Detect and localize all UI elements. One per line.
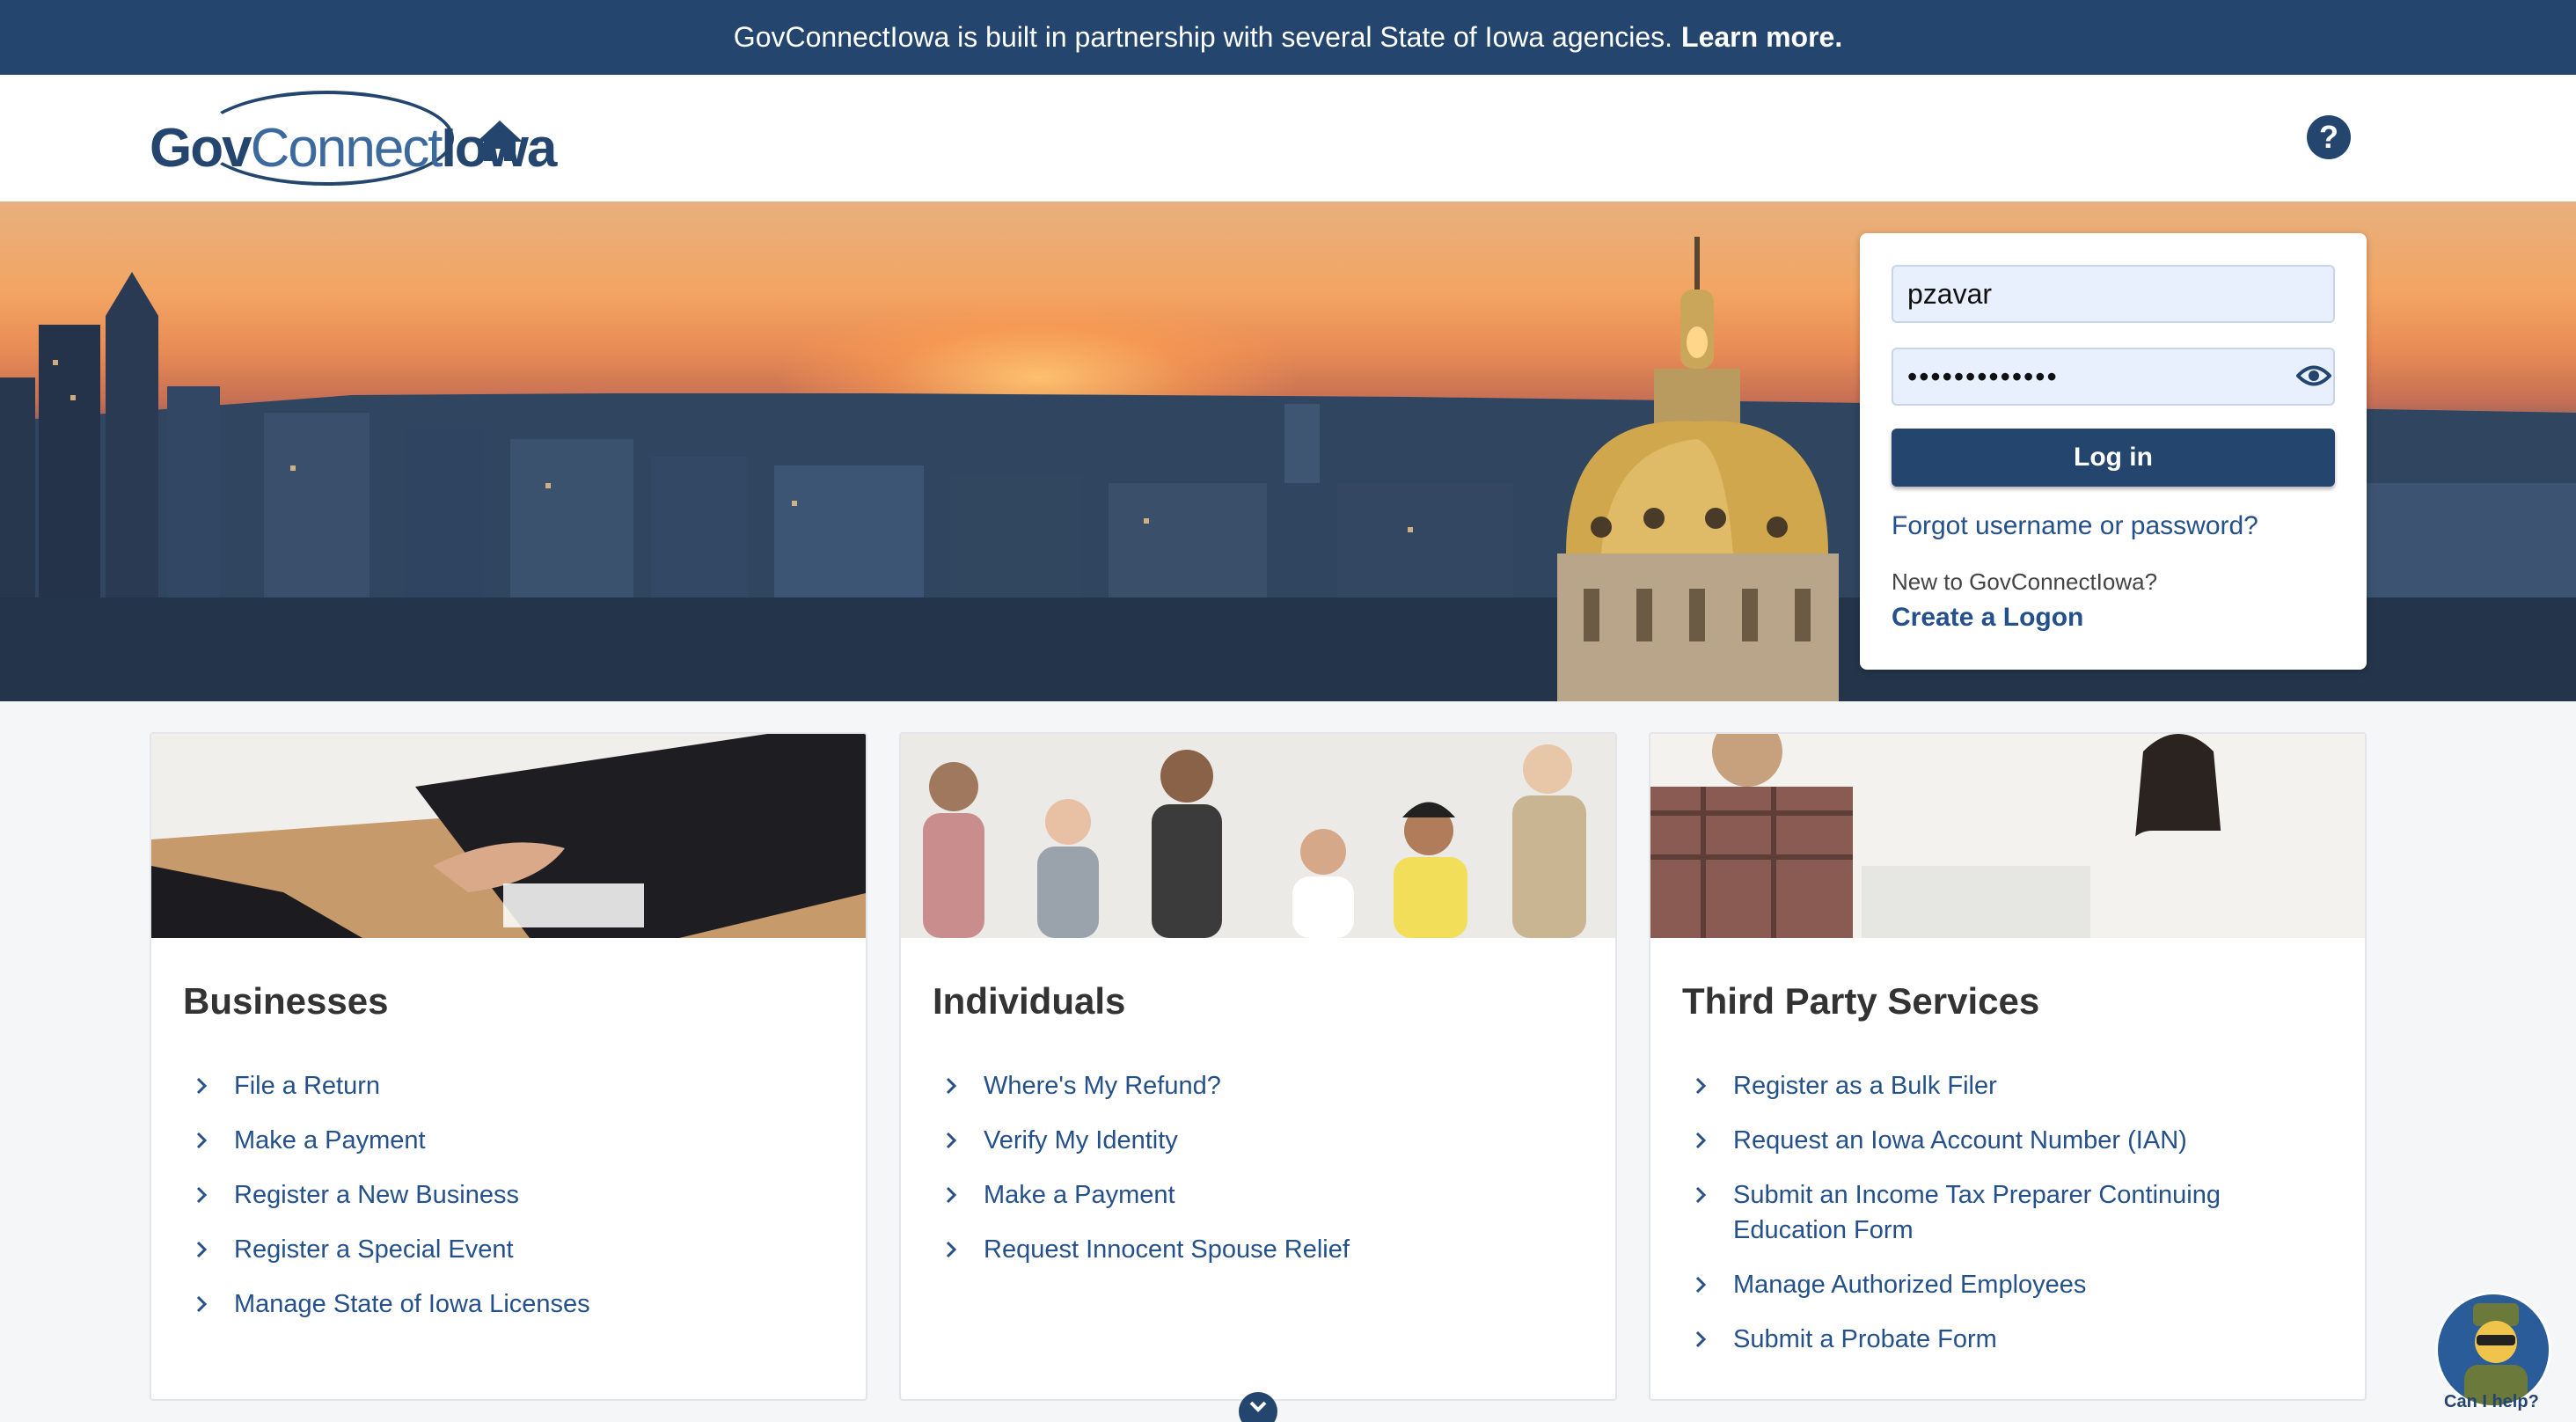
scroll-down-button[interactable] <box>1239 1392 1277 1422</box>
chevron-right-icon <box>196 1241 208 1258</box>
partnership-banner: GovConnectIowa is built in partnership w… <box>0 0 2576 75</box>
new-user-prompt: New to GovConnectIowa? <box>1892 568 2158 595</box>
link-register-new-business[interactable]: Register a New Business <box>183 1177 799 1213</box>
link-preparer-education-form[interactable]: Submit an Income Tax Preparer Continuing… <box>1682 1177 2298 1248</box>
third-party-title: Third Party Services <box>1682 980 2040 1022</box>
handshake-image <box>151 734 867 938</box>
people-group-image <box>901 734 1617 938</box>
chevron-down-icon <box>1249 1401 1267 1412</box>
chevron-right-icon <box>946 1186 957 1204</box>
chevron-right-icon <box>1695 1186 1707 1204</box>
link-manage-employees[interactable]: Manage Authorized Employees <box>1682 1267 2298 1302</box>
chevron-right-icon <box>196 1295 208 1313</box>
third-party-links: Register as a Bulk Filer Request an Iowa… <box>1682 1068 2298 1376</box>
username-input[interactable]: pzavar <box>1892 265 2335 323</box>
help-icon[interactable]: ? <box>2307 115 2351 159</box>
chevron-right-icon <box>1695 1276 1707 1294</box>
individuals-card: Individuals Where's My Refund? Verify My… <box>899 732 1617 1401</box>
show-password-icon[interactable] <box>2296 363 2331 389</box>
learn-more-link[interactable]: Learn more. <box>1681 21 1842 54</box>
chevron-right-icon <box>946 1132 957 1149</box>
link-make-a-payment-individual[interactable]: Make a Payment <box>933 1177 1548 1213</box>
link-request-ian[interactable]: Request an Iowa Account Number (IAN) <box>1682 1123 2298 1158</box>
link-innocent-spouse-relief[interactable]: Request Innocent Spouse Relief <box>933 1232 1548 1267</box>
chevron-right-icon <box>196 1077 208 1095</box>
individuals-title: Individuals <box>933 980 1126 1022</box>
link-make-a-payment[interactable]: Make a Payment <box>183 1123 799 1158</box>
chevron-right-icon <box>946 1077 957 1095</box>
password-input[interactable]: ••••••••••••• <box>1892 348 2335 406</box>
chat-assistant-button[interactable] <box>2435 1292 2551 1408</box>
link-file-a-return[interactable]: File a Return <box>183 1068 799 1103</box>
businesses-links: File a Return Make a Payment Register a … <box>183 1068 799 1341</box>
office-meeting-image <box>1650 734 2367 938</box>
assistant-avatar-icon <box>2464 1303 2528 1405</box>
individuals-links: Where's My Refund? Verify My Identity Ma… <box>933 1068 1548 1286</box>
link-register-special-event[interactable]: Register a Special Event <box>183 1232 799 1267</box>
banner-text: GovConnectIowa is built in partnership w… <box>733 21 1673 53</box>
link-manage-licenses[interactable]: Manage State of Iowa Licenses <box>183 1286 799 1322</box>
chevron-right-icon <box>196 1186 208 1204</box>
link-verify-identity[interactable]: Verify My Identity <box>933 1123 1548 1158</box>
home-icon <box>477 121 523 161</box>
chevron-right-icon <box>1695 1077 1707 1095</box>
chevron-right-icon <box>1695 1330 1707 1348</box>
chat-label: Can I help? <box>2444 1392 2539 1411</box>
login-panel: pzavar ••••••••••••• Log in Forgot usern… <box>1860 233 2367 670</box>
link-wheres-my-refund[interactable]: Where's My Refund? <box>933 1068 1548 1103</box>
businesses-card: Businesses File a Return Make a Payment … <box>150 732 867 1401</box>
link-probate-form[interactable]: Submit a Probate Form <box>1682 1322 2298 1357</box>
create-logon-link[interactable]: Create a Logon <box>1892 603 2083 633</box>
businesses-title: Businesses <box>183 980 389 1022</box>
capitol-dome-image <box>1557 237 1839 701</box>
chevron-right-icon <box>196 1132 208 1149</box>
chevron-right-icon <box>946 1241 957 1258</box>
third-party-card: Third Party Services Register as a Bulk … <box>1649 732 2367 1401</box>
chevron-right-icon <box>1695 1132 1707 1149</box>
site-header: GovConnectIowa ? <box>0 75 2576 202</box>
login-button[interactable]: Log in <box>1892 429 2335 487</box>
govconnectiowa-logo[interactable]: GovConnectIowa <box>148 84 557 194</box>
forgot-credentials-link[interactable]: Forgot username or password? <box>1892 511 2258 541</box>
link-bulk-filer[interactable]: Register as a Bulk Filer <box>1682 1068 2298 1103</box>
